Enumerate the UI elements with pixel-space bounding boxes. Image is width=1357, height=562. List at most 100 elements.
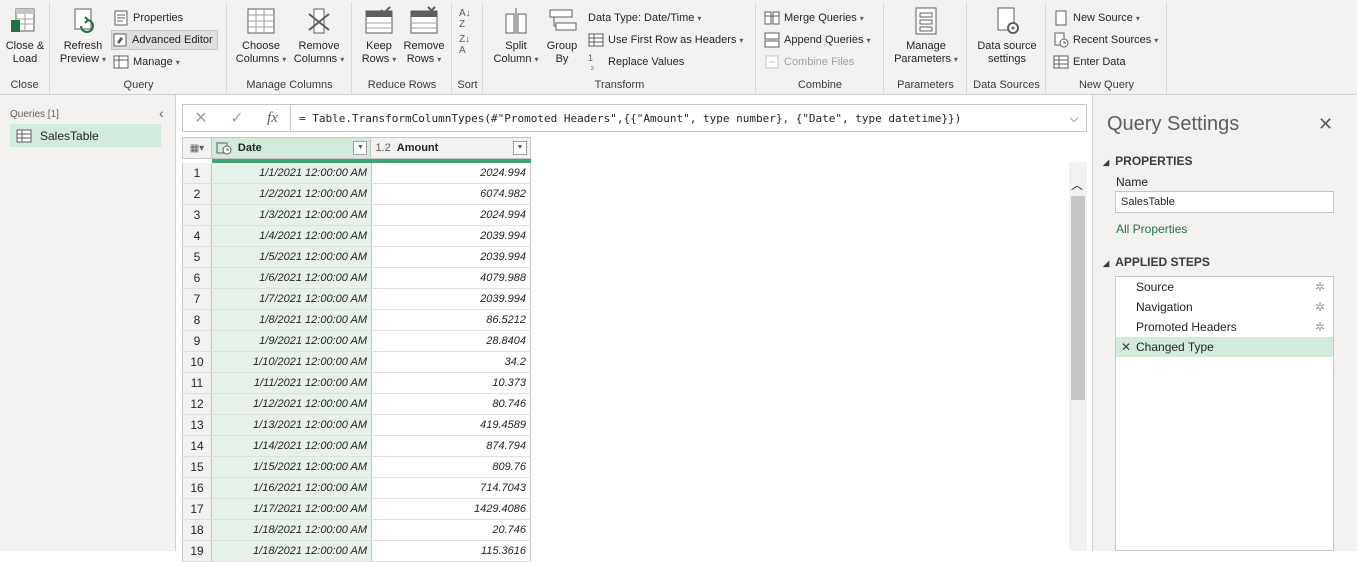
- date-cell[interactable]: 1/12/2021 12:00:00 AM: [212, 394, 372, 414]
- scroll-up-icon[interactable]: ︿: [1071, 176, 1083, 193]
- recent-sources-button[interactable]: Recent Sources ▾: [1053, 30, 1158, 50]
- amount-cell[interactable]: 874.794: [372, 436, 531, 456]
- amount-cell[interactable]: 20.746: [372, 520, 531, 540]
- sort-ascending-button[interactable]: A↓ Z: [459, 8, 471, 30]
- date-cell[interactable]: 1/17/2021 12:00:00 AM: [212, 499, 372, 519]
- table-row[interactable]: 1 1/1/2021 12:00:00 AM 2024.994: [182, 163, 531, 184]
- date-cell[interactable]: 1/14/2021 12:00:00 AM: [212, 436, 372, 456]
- row-number[interactable]: 14: [182, 436, 212, 456]
- combine-files-button[interactable]: Combine Files: [764, 52, 854, 72]
- date-cell[interactable]: 1/10/2021 12:00:00 AM: [212, 352, 372, 372]
- date-cell[interactable]: 1/18/2021 12:00:00 AM: [212, 520, 372, 540]
- gear-icon[interactable]: ✲: [1315, 280, 1325, 294]
- date-cell[interactable]: 1/11/2021 12:00:00 AM: [212, 373, 372, 393]
- amount-cell[interactable]: 10.373: [372, 373, 531, 393]
- row-number[interactable]: 19: [182, 541, 212, 561]
- amount-cell[interactable]: 80.746: [372, 394, 531, 414]
- table-row[interactable]: 10 1/10/2021 12:00:00 AM 34.2: [182, 352, 531, 373]
- amount-cell[interactable]: 2024.994: [372, 163, 531, 183]
- table-row[interactable]: 16 1/16/2021 12:00:00 AM 714.7043: [182, 478, 531, 499]
- merge-queries-button[interactable]: Merge Queries ▾: [764, 8, 864, 28]
- properties-button[interactable]: Properties: [113, 8, 183, 28]
- append-queries-button[interactable]: Append Queries ▾: [764, 30, 871, 50]
- row-number[interactable]: 7: [182, 289, 212, 309]
- row-number[interactable]: 11: [182, 373, 212, 393]
- date-cell[interactable]: 1/18/2021 12:00:00 AM: [212, 541, 372, 561]
- date-cell[interactable]: 1/4/2021 12:00:00 AM: [212, 226, 372, 246]
- amount-cell[interactable]: 4079.988: [372, 268, 531, 288]
- group-by-button[interactable]: Group By: [542, 6, 582, 66]
- filter-dropdown-icon[interactable]: ▼: [353, 141, 368, 155]
- applied-step[interactable]: ✕ Changed Type: [1116, 337, 1333, 357]
- row-number[interactable]: 16: [182, 478, 212, 498]
- row-number[interactable]: 9: [182, 331, 212, 351]
- enter-data-button[interactable]: Enter Data: [1053, 52, 1126, 72]
- replace-values-button[interactable]: 1 ₂ Replace Values: [588, 52, 684, 72]
- row-number[interactable]: 13: [182, 415, 212, 435]
- row-number[interactable]: 1: [182, 163, 212, 183]
- table-row[interactable]: 4 1/4/2021 12:00:00 AM 2039.994: [182, 226, 531, 247]
- table-row[interactable]: 14 1/14/2021 12:00:00 AM 874.794: [182, 436, 531, 457]
- date-cell[interactable]: 1/13/2021 12:00:00 AM: [212, 415, 372, 435]
- column-header-date[interactable]: Date ▼: [211, 138, 372, 158]
- data-source-settings-button[interactable]: Data source settings: [971, 6, 1043, 66]
- row-number[interactable]: 8: [182, 310, 212, 330]
- amount-cell[interactable]: 34.2: [372, 352, 531, 372]
- commit-formula-icon[interactable]: ✓: [219, 108, 255, 128]
- date-cell[interactable]: 1/3/2021 12:00:00 AM: [212, 205, 372, 225]
- amount-cell[interactable]: 1429.4086: [372, 499, 531, 519]
- applied-step[interactable]: Source ✲: [1116, 277, 1333, 297]
- applied-step[interactable]: Promoted Headers ✲: [1116, 317, 1333, 337]
- table-row[interactable]: 3 1/3/2021 12:00:00 AM 2024.994: [182, 205, 531, 226]
- date-cell[interactable]: 1/9/2021 12:00:00 AM: [212, 331, 372, 351]
- row-number[interactable]: 4: [182, 226, 212, 246]
- all-properties-link[interactable]: All Properties: [1116, 222, 1187, 236]
- amount-cell[interactable]: 115.3616: [372, 541, 531, 561]
- manage-button[interactable]: Manage ▾: [113, 52, 180, 72]
- row-number[interactable]: 2: [182, 184, 212, 204]
- collapse-queries-icon[interactable]: ‹: [159, 105, 164, 121]
- scrollbar-thumb[interactable]: [1071, 196, 1085, 400]
- table-row[interactable]: 6 1/6/2021 12:00:00 AM 4079.988: [182, 268, 531, 289]
- choose-columns-button[interactable]: Choose Columns ▾: [234, 6, 288, 66]
- table-row[interactable]: 5 1/5/2021 12:00:00 AM 2039.994: [182, 247, 531, 268]
- advanced-editor-button[interactable]: Advanced Editor: [111, 30, 218, 50]
- table-menu-icon[interactable]: ▦▾: [183, 138, 212, 158]
- date-cell[interactable]: 1/2/2021 12:00:00 AM: [212, 184, 372, 204]
- data-type-button[interactable]: Data Type: Date/Time ▾: [588, 8, 701, 28]
- table-row[interactable]: 19 1/18/2021 12:00:00 AM 115.3616: [182, 541, 531, 562]
- row-number[interactable]: 17: [182, 499, 212, 519]
- cancel-formula-icon[interactable]: ✕: [183, 108, 219, 128]
- column-header-amount[interactable]: 1.2 Amount ▼: [371, 138, 530, 158]
- row-number[interactable]: 12: [182, 394, 212, 414]
- date-cell[interactable]: 1/16/2021 12:00:00 AM: [212, 478, 372, 498]
- amount-cell[interactable]: 2039.994: [372, 247, 531, 267]
- applied-steps-section-title[interactable]: ◢ APPLIED STEPS: [1103, 255, 1210, 269]
- table-row[interactable]: 12 1/12/2021 12:00:00 AM 80.746: [182, 394, 531, 415]
- query-item-salestable[interactable]: SalesTable: [10, 124, 161, 147]
- split-column-button[interactable]: Split Column ▾: [492, 6, 540, 66]
- expand-formula-icon[interactable]: ⌵: [1062, 111, 1086, 126]
- properties-section-title[interactable]: ◢ PROPERTIES: [1103, 154, 1193, 168]
- table-row[interactable]: 17 1/17/2021 12:00:00 AM 1429.4086: [182, 499, 531, 520]
- filter-dropdown-icon[interactable]: ▼: [513, 141, 528, 155]
- gear-icon[interactable]: ✲: [1315, 300, 1325, 314]
- applied-step[interactable]: Navigation ✲: [1116, 297, 1333, 317]
- date-cell[interactable]: 1/7/2021 12:00:00 AM: [212, 289, 372, 309]
- table-row[interactable]: 15 1/15/2021 12:00:00 AM 809.76: [182, 457, 531, 478]
- query-name-input[interactable]: [1115, 191, 1334, 213]
- close-and-load-button[interactable]: Close & Load: [3, 6, 47, 66]
- date-cell[interactable]: 1/6/2021 12:00:00 AM: [212, 268, 372, 288]
- gear-icon[interactable]: ✲: [1315, 320, 1325, 334]
- amount-cell[interactable]: 28.8404: [372, 331, 531, 351]
- row-number[interactable]: 5: [182, 247, 212, 267]
- keep-rows-button[interactable]: Keep Rows ▾: [359, 6, 399, 66]
- table-row[interactable]: 9 1/9/2021 12:00:00 AM 28.8404: [182, 331, 531, 352]
- amount-cell[interactable]: 2039.994: [372, 226, 531, 246]
- remove-rows-button[interactable]: Remove Rows ▾: [403, 6, 445, 66]
- amount-cell[interactable]: 419.4589: [372, 415, 531, 435]
- manage-parameters-button[interactable]: Manage Parameters ▾: [890, 6, 962, 66]
- new-source-button[interactable]: New Source ▾: [1053, 8, 1140, 28]
- use-first-row-button[interactable]: Use First Row as Headers ▾: [588, 30, 743, 50]
- date-cell[interactable]: 1/5/2021 12:00:00 AM: [212, 247, 372, 267]
